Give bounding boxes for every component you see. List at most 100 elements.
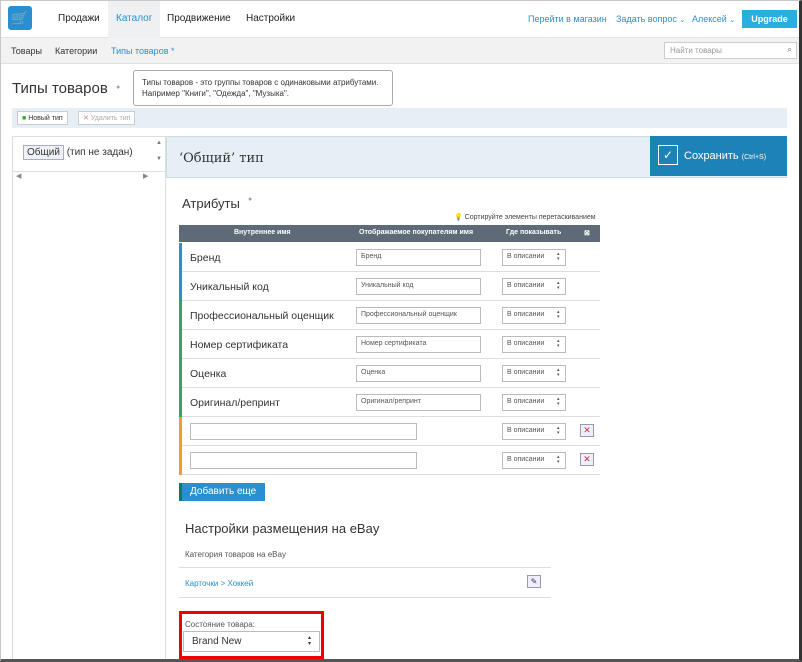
condition-label: Состояние товара:: [185, 620, 255, 629]
help-icon[interactable]: ●: [116, 84, 120, 91]
row-color-bar: [179, 446, 182, 475]
upgrade-button[interactable]: Upgrade: [742, 10, 797, 28]
cart-logo-icon[interactable]: 🛒: [8, 6, 32, 30]
editor-title: ‘Общий’ тип: [179, 151, 264, 166]
delete-row-icon[interactable]: ✕: [580, 424, 594, 437]
sub-nav: Товары Категории Типы товаров * Найти то…: [0, 38, 802, 64]
table-row[interactable]: Профессиональный оценщик Профессиональны…: [179, 301, 600, 330]
table-row[interactable]: Бренд Бренд В описании: [179, 243, 600, 272]
user-name: Алексей: [692, 14, 727, 24]
type-list: Общий (тип не задан) ▲ ▼ ◀ ▶: [12, 136, 166, 661]
subnav-categories[interactable]: Категории: [55, 38, 97, 64]
nav-catalog[interactable]: Каталог: [108, 0, 161, 38]
nav-settings[interactable]: Настройки: [246, 0, 295, 38]
condition-select[interactable]: Brand New ▴▾: [183, 631, 320, 652]
check-icon: ✓: [658, 145, 678, 165]
attribute-name: Уникальный код: [190, 281, 269, 293]
ask-question-link[interactable]: Задать вопрос ⌄: [616, 0, 685, 38]
save-label: Сохранить: [684, 150, 739, 162]
display-name-input[interactable]: Уникальный код: [356, 278, 481, 295]
type-note: (тип не задан): [66, 147, 133, 158]
row-color-bar: [179, 359, 182, 388]
table-row[interactable]: Оригинал/репринт Оригинал/репринт В опис…: [179, 388, 600, 417]
scroll-arrows-icon[interactable]: ▲ ▼: [156, 139, 162, 163]
subnav-products[interactable]: Товары: [11, 38, 42, 64]
where-select[interactable]: В описании: [502, 278, 566, 295]
nav-promotion[interactable]: Продвижение: [167, 0, 231, 38]
row-color-bar: [179, 301, 182, 330]
table-row[interactable]: Оценка Оценка В описании: [179, 359, 600, 388]
delete-type-button[interactable]: ✕ Удалить тип: [78, 111, 136, 125]
ebay-category-link[interactable]: Карточки > Хоккей: [185, 579, 253, 588]
nav-sales[interactable]: Продажи: [58, 0, 100, 38]
where-select[interactable]: В описании: [502, 307, 566, 324]
divider: [179, 567, 551, 568]
table-row[interactable]: Уникальный код Уникальный код В описании: [179, 272, 600, 301]
column-header: Внутреннее имя: [234, 229, 291, 236]
top-bar: 🛒 Продажи Каталог Продвижение Настройки …: [0, 0, 802, 38]
edit-pencil-icon[interactable]: ✎: [527, 575, 541, 588]
type-tag: Общий: [23, 145, 64, 160]
where-select[interactable]: В описании: [502, 249, 566, 266]
attribute-name-input[interactable]: [190, 423, 417, 440]
display-name-input[interactable]: Оригинал/репринт: [356, 394, 481, 411]
display-name-input[interactable]: Оценка: [356, 365, 481, 382]
page-title: Типы товаров: [12, 80, 108, 97]
search-input[interactable]: Найти товары ⌕: [664, 42, 797, 59]
display-name-input[interactable]: Профессиональный оценщик: [356, 307, 481, 324]
condition-value: Brand New: [192, 636, 242, 647]
table-row[interactable]: В описании ✕: [179, 417, 600, 446]
attribute-name: Бренд: [190, 252, 221, 264]
where-select[interactable]: В описании: [502, 365, 566, 382]
row-color-bar: [179, 243, 182, 272]
attribute-name: Номер сертификата: [190, 339, 289, 351]
row-color-bar: [179, 388, 182, 417]
add-more-button[interactable]: Добавить еще: [179, 483, 265, 501]
table-row[interactable]: Номер сертификата Номер сертификата В оп…: [179, 330, 600, 359]
table-row[interactable]: В описании ✕: [179, 446, 600, 475]
row-color-bar: [179, 330, 182, 359]
sort-hint: 💡 Сортируйте элементы перетаскиванием: [454, 213, 596, 221]
column-header: Где показывать: [506, 229, 562, 236]
save-shortcut: (Ctrl+S): [741, 154, 767, 161]
where-select[interactable]: В описании: [502, 452, 566, 469]
type-list-item[interactable]: Общий (тип не задан): [23, 145, 133, 160]
lightbulb-icon: 💡: [454, 214, 463, 221]
subnav-product-types[interactable]: Типы товаров *: [111, 38, 174, 64]
row-color-bar: [179, 417, 182, 446]
display-name-input[interactable]: Номер сертификата: [356, 336, 481, 353]
row-color-bar: [179, 272, 182, 301]
ebay-category-label: Категория товаров на eBay: [185, 550, 286, 559]
display-name-input[interactable]: Бренд: [356, 249, 481, 266]
delete-type-label: Удалить тип: [90, 115, 131, 122]
user-menu[interactable]: Алексей ⌄: [692, 0, 735, 38]
attribute-name: Профессиональный оценщик: [190, 310, 334, 322]
where-select[interactable]: В описании: [502, 394, 566, 411]
toolbar: ■ Новый тип ✕ Удалить тип: [12, 108, 787, 128]
search-placeholder: Найти товары: [670, 46, 722, 55]
horizontal-scrollbar[interactable]: ◀ ▶: [13, 171, 166, 181]
where-select[interactable]: В описании: [502, 423, 566, 440]
ask-question-label: Задать вопрос: [616, 14, 677, 24]
collapse-icon[interactable]: ⊠: [584, 229, 590, 237]
go-to-store-link[interactable]: Перейти в магазин: [528, 0, 607, 38]
tooltip: Типы товаров - это группы товаров с один…: [133, 70, 393, 106]
attributes-table-header: Внутреннее имя Отображаемое покупателям …: [179, 225, 600, 242]
column-header: Отображаемое покупателям имя: [359, 229, 474, 236]
delete-icon: ✕: [83, 115, 89, 122]
attributes-heading: Атрибуты: [182, 196, 240, 211]
where-select[interactable]: В описании: [502, 336, 566, 353]
divider: [179, 597, 551, 598]
scroll-left-icon: ◀: [16, 173, 22, 180]
search-icon: ⌕: [787, 45, 792, 54]
sort-hint-text: Сортируйте элементы перетаскиванием: [464, 214, 596, 221]
save-button[interactable]: ✓ Сохранить (Ctrl+S): [650, 136, 787, 176]
attribute-name-input[interactable]: [190, 452, 417, 469]
new-type-button[interactable]: ■ Новый тип: [17, 111, 68, 125]
delete-row-icon[interactable]: ✕: [580, 453, 594, 466]
attribute-name: Оценка: [190, 368, 227, 380]
help-icon[interactable]: ●: [248, 196, 252, 203]
chevron-down-icon: ⌄: [679, 17, 686, 24]
attribute-name: Оригинал/репринт: [190, 397, 280, 409]
ebay-heading: Настройки размещения на eBay: [185, 521, 380, 536]
